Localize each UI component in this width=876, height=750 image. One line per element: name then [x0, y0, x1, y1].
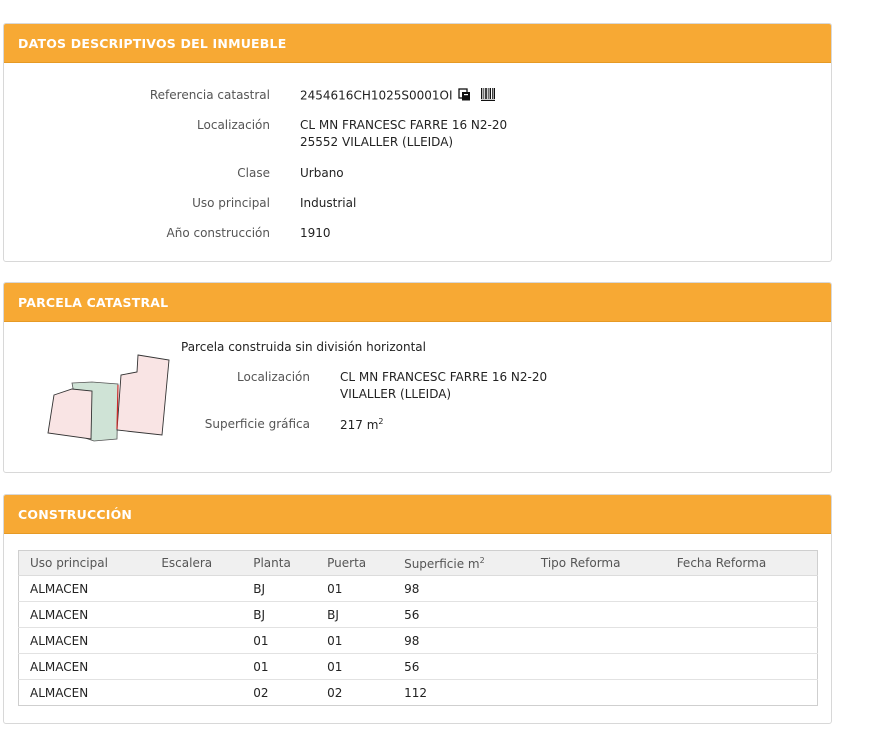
table-row: ALMACEN 01 01 56 — [18, 653, 818, 680]
anio-construccion-label: Año construcción — [166, 226, 271, 240]
referencia-value-wrap: 2454616CH1025S0001OI — [300, 88, 496, 104]
construccion-table: Uso principal Escalera Planta Puerta Sup… — [18, 550, 818, 706]
cell-fecha-reforma — [665, 627, 818, 654]
localizacion-line2: 25552 VILALLER (LLEIDA) — [300, 135, 454, 149]
clase-value: Urbano — [300, 166, 344, 180]
col-uso-principal: Uso principal — [18, 550, 151, 576]
cell-puerta: 01 — [316, 575, 394, 602]
parcela-catastral-panel: PARCELA CATASTRAL Parcela construida sin… — [3, 282, 832, 473]
cell-puerta: BJ — [316, 601, 394, 628]
col-planta: Planta — [242, 550, 317, 576]
clase-label: Clase — [237, 166, 270, 180]
cell-planta: 01 — [242, 653, 317, 680]
localizacion-label: Localización — [197, 118, 270, 132]
col-puerta: Puerta — [316, 550, 394, 576]
cell-fecha-reforma — [666, 680, 818, 706]
construccion-panel: CONSTRUCCIÓN Uso principal Escalera Plan… — [3, 494, 832, 724]
cell-superficie: 112 — [404, 685, 427, 700]
parcela-subtitle: Parcela construida sin división horizont… — [181, 340, 426, 354]
cell-planta: BJ — [242, 575, 317, 602]
cell-uso: ALMACEN — [30, 685, 89, 700]
construccion-header: CONSTRUCCIÓN — [4, 495, 831, 534]
cell-uso: ALMACEN — [18, 575, 151, 602]
subject-parcel-left — [47, 388, 93, 440]
parcela-catastral-header: PARCELA CATASTRAL — [4, 283, 831, 322]
datos-descriptivos-header: DATOS DESCRIPTIVOS DEL INMUEBLE — [4, 24, 831, 63]
cell-uso: ALMACEN — [18, 653, 151, 680]
cell-puerta: 02 — [327, 685, 343, 700]
referencia-label: Referencia catastral — [149, 88, 270, 102]
col-superficie: Superficie m2 — [393, 550, 530, 576]
cell-tipo-reforma — [529, 601, 666, 628]
cell-fecha-reforma — [665, 601, 818, 628]
table-header-row: Uso principal Escalera Planta Puerta Sup… — [18, 550, 818, 576]
cell-planta: 02 — [253, 685, 269, 700]
datos-descriptivos-panel: DATOS DESCRIPTIVOS DEL INMUEBLE Referenc… — [3, 23, 832, 262]
copy-icon[interactable] — [458, 88, 471, 104]
table-row: ALMACEN 01 01 98 — [18, 627, 818, 654]
referencia-value: 2454616CH1025S0001OI — [300, 88, 453, 103]
barcode-icon[interactable] — [481, 88, 496, 104]
localizacion-line1: CL MN FRANCESC FARRE 16 N2-20 — [300, 118, 508, 132]
cell-tipo-reforma — [530, 680, 666, 706]
superficie-grafica-value: 217 m2 — [340, 417, 384, 432]
table-row: ALMACEN 02 02 112 — [19, 680, 818, 706]
superficie-grafica-label: Superficie gráfica — [204, 417, 310, 431]
cell-tipo-reforma — [529, 575, 666, 602]
col-tipo-reforma: Tipo Reforma — [529, 550, 666, 576]
uso-principal-value: Industrial — [300, 196, 357, 210]
cell-escalera — [150, 575, 243, 602]
anio-construccion-value: 1910 — [300, 226, 331, 240]
cell-uso: ALMACEN — [18, 601, 151, 628]
parcela-localizacion-label: Localización — [237, 370, 310, 384]
cell-superficie: 98 — [393, 575, 530, 602]
parcela-localizacion-line1: CL MN FRANCESC FARRE 16 N2-20 — [340, 370, 548, 384]
cell-fecha-reforma — [665, 653, 818, 680]
cell-puerta: 01 — [316, 653, 394, 680]
table-row: ALMACEN BJ BJ 56 — [18, 601, 818, 628]
cell-puerta: 01 — [316, 627, 394, 654]
cell-fecha-reforma — [665, 575, 818, 602]
cell-tipo-reforma — [529, 653, 666, 680]
cell-escalera — [150, 601, 243, 628]
table-row: ALMACEN BJ 01 98 — [18, 575, 818, 602]
col-fecha-reforma: Fecha Reforma — [665, 550, 818, 576]
cell-escalera — [150, 653, 243, 680]
cell-superficie: 56 — [393, 601, 530, 628]
cell-superficie: 56 — [393, 653, 530, 680]
cell-planta: 01 — [242, 627, 317, 654]
col-escalera: Escalera — [150, 550, 243, 576]
parcela-localizacion-line2: VILALLER (LLEIDA) — [340, 387, 452, 401]
cell-tipo-reforma — [529, 627, 666, 654]
uso-principal-label: Uso principal — [192, 196, 270, 210]
cell-planta: BJ — [242, 601, 317, 628]
cell-superficie: 98 — [393, 627, 530, 654]
cell-escalera — [150, 627, 243, 654]
cell-escalera — [150, 680, 242, 706]
cell-uso: ALMACEN — [18, 627, 151, 654]
